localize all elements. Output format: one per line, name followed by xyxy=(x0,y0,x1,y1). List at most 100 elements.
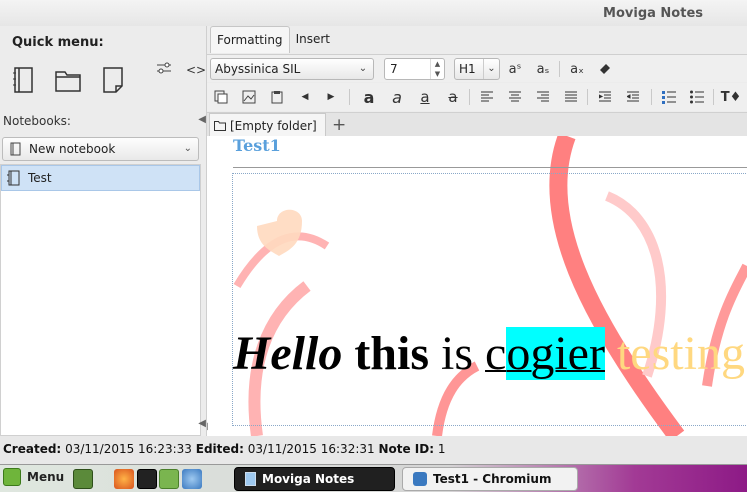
collapse-left-pane-icon[interactable]: ◀ xyxy=(198,114,206,125)
task-label: Moviga Notes xyxy=(262,472,355,486)
text-color-icon[interactable]: T♦ xyxy=(721,87,742,107)
arrow-left-icon[interactable]: ◀ xyxy=(295,87,315,107)
folder-tabs: [Empty folder] + xyxy=(207,112,747,137)
copy-icon[interactable] xyxy=(211,87,231,107)
note-id-label: Note ID: xyxy=(378,442,435,456)
align-left-icon[interactable] xyxy=(477,87,497,107)
eraser-icon[interactable] xyxy=(595,59,615,79)
status-bar: Created: 03/11/2015 16:23:33 Edited: 03/… xyxy=(0,438,747,460)
notebook-item-test[interactable]: Test xyxy=(1,165,200,191)
spinner-arrows-icon[interactable]: ▲ ▼ xyxy=(430,59,444,79)
heading-value: H1 xyxy=(459,62,476,76)
toolbar-separator xyxy=(587,89,588,105)
window-title: Moviga Notes xyxy=(603,6,703,21)
chromium-icon[interactable] xyxy=(182,469,202,489)
font-family-value: Abyssinica SIL xyxy=(215,62,301,76)
note-word-highlighted: ogier xyxy=(506,327,605,380)
note-editor[interactable]: Test1 Hello this is cogier testing ◀ xyxy=(207,136,747,436)
underline-icon[interactable]: a xyxy=(415,87,435,107)
editor-tabs: Formatting Insert xyxy=(210,26,336,53)
quick-menu-title: Quick menu: xyxy=(12,35,104,50)
created-label: Created: xyxy=(3,442,62,456)
heading-select[interactable]: H1 ⌄ xyxy=(454,58,500,80)
toolbar-separator xyxy=(713,89,714,105)
show-desktop-icon[interactable] xyxy=(73,469,93,489)
chevron-down-icon: ⌄ xyxy=(183,143,192,154)
notebook-item-label: Test xyxy=(28,171,52,185)
folder-tab-empty[interactable]: [Empty folder] xyxy=(209,113,326,137)
toolbar-separator xyxy=(469,89,470,105)
notebook-icon xyxy=(7,170,20,186)
task-chromium[interactable]: Test1 - Chromium xyxy=(402,467,578,491)
start-menu-label: Menu xyxy=(27,470,65,484)
task-label: Test1 - Chromium xyxy=(433,472,552,486)
new-folder-icon[interactable] xyxy=(55,66,81,94)
strikethrough-icon[interactable]: a xyxy=(443,87,463,107)
edited-value: 03/11/2015 16:32:31 xyxy=(247,442,375,456)
paste-icon[interactable] xyxy=(267,87,287,107)
note-word-faint: testing xyxy=(616,327,745,380)
scroll-left-icon[interactable]: ◀ xyxy=(198,418,206,429)
tab-insert[interactable]: Insert xyxy=(290,26,336,53)
note-id-value: 1 xyxy=(437,442,446,456)
toolbar-separator xyxy=(559,61,560,77)
numbered-list-icon[interactable] xyxy=(659,87,679,107)
align-center-icon[interactable] xyxy=(505,87,525,107)
terminal-icon[interactable] xyxy=(137,469,157,489)
code-view-icon[interactable]: <> xyxy=(186,63,206,77)
bullet-list-icon[interactable] xyxy=(687,87,707,107)
superscript-button[interactable]: aˢ xyxy=(505,59,525,79)
new-notebook-icon[interactable] xyxy=(10,66,36,94)
new-note-icon[interactable] xyxy=(100,66,126,94)
formatting-toolbar-row2: ◀ ▶ a a a a T♦ xyxy=(207,83,747,111)
note-word-part: c xyxy=(485,327,507,380)
toolbar-separator xyxy=(349,89,350,105)
note-word: is xyxy=(441,327,474,380)
image-icon[interactable] xyxy=(239,87,259,107)
formatting-toolbar-row1: Abyssinica SIL ⌄ 7 ▲ ▼ H1 ⌄ aˢ aₛ aₓ xyxy=(207,54,747,82)
new-notebook-dropdown[interactable]: New notebook ⌄ xyxy=(2,137,199,161)
arrow-right-icon[interactable]: ▶ xyxy=(321,87,341,107)
title-bar: Moviga Notes xyxy=(0,0,747,26)
font-size-value: 7 xyxy=(390,62,398,76)
settings-sliders-icon[interactable] xyxy=(156,61,172,78)
align-justify-icon[interactable] xyxy=(561,87,581,107)
edited-label: Edited: xyxy=(195,442,244,456)
folder-tab-label: [Empty folder] xyxy=(230,118,317,133)
note-body-frame[interactable] xyxy=(232,173,747,426)
subscript-button[interactable]: aₛ xyxy=(533,59,553,79)
font-size-spinner[interactable]: 7 ▲ ▼ xyxy=(384,58,445,80)
tab-formatting[interactable]: Formatting xyxy=(210,26,290,53)
clear-format-button[interactable]: aₓ xyxy=(567,59,587,79)
created-value: 03/11/2015 16:23:33 xyxy=(65,442,192,456)
outdent-icon[interactable] xyxy=(623,87,643,107)
chevron-down-icon: ⌄ xyxy=(358,63,368,74)
notebooks-label: Notebooks: xyxy=(3,114,71,128)
align-right-icon[interactable] xyxy=(533,87,553,107)
taskbar: Menu Moviga Notes Test1 - Chromium xyxy=(0,464,747,492)
mint-logo-icon xyxy=(3,468,21,486)
chevron-down-icon: ⌄ xyxy=(483,59,499,79)
firefox-icon[interactable] xyxy=(114,469,134,489)
chromium-icon xyxy=(413,472,427,486)
toolbar-separator xyxy=(651,89,652,105)
title-divider xyxy=(233,167,747,168)
left-pane: Quick menu: <> Notebooks: ◀ New notebook… xyxy=(0,26,207,436)
notebook-icon xyxy=(245,472,256,486)
add-tab-button[interactable]: + xyxy=(332,115,346,135)
note-word-underlined: cogier xyxy=(485,327,605,380)
quick-menu-icons xyxy=(10,66,126,94)
note-word: this xyxy=(354,327,430,380)
note-word: Hello xyxy=(233,327,343,380)
note-title[interactable]: Test1 xyxy=(233,136,281,155)
editor-pane: Formatting Insert Abyssinica SIL ⌄ 7 ▲ ▼ … xyxy=(207,26,747,436)
file-manager-icon[interactable] xyxy=(159,469,179,489)
italic-icon[interactable]: a xyxy=(387,87,407,107)
font-family-select[interactable]: Abyssinica SIL ⌄ xyxy=(210,58,374,80)
bold-icon[interactable]: a xyxy=(359,87,379,107)
indent-icon[interactable] xyxy=(595,87,615,107)
note-body-text[interactable]: Hello this is cogier testing xyxy=(233,326,745,381)
task-moviga-notes[interactable]: Moviga Notes xyxy=(234,467,395,491)
scroll-left-icon[interactable]: ◀ xyxy=(207,421,208,432)
start-menu-button[interactable]: Menu xyxy=(3,468,64,486)
